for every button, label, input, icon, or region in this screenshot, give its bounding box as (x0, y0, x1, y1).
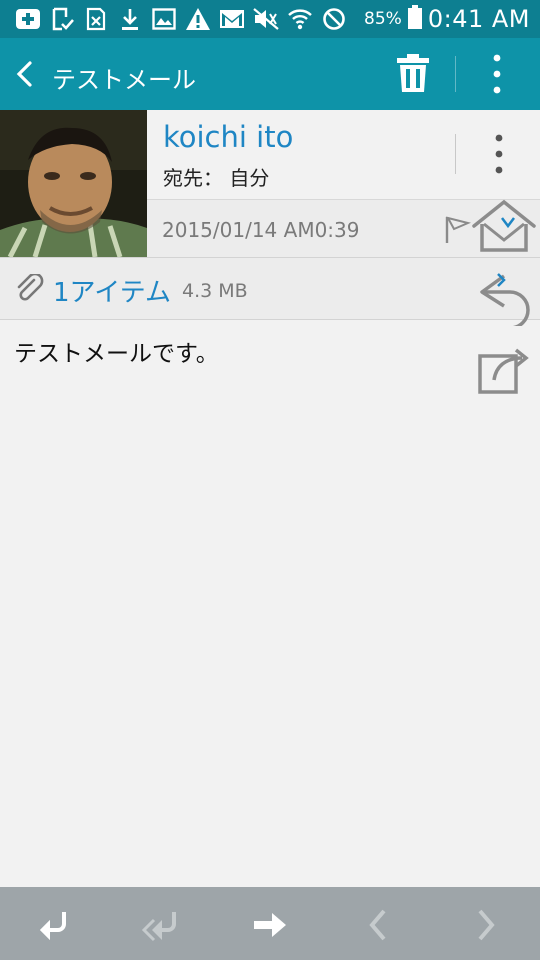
wifi-icon (286, 6, 314, 32)
home-envelope-icon[interactable] (470, 198, 536, 256)
sender-name[interactable]: koichi ito (163, 120, 293, 154)
mute-icon (252, 6, 280, 32)
flag-icon[interactable] (443, 214, 472, 244)
sender-more-vert-icon[interactable] (487, 132, 511, 176)
download-icon (116, 6, 144, 32)
attachment-size: 4.3 MB (182, 280, 248, 302)
message-body: テストメールです。 (14, 341, 219, 367)
page-title: テストメール (52, 66, 196, 94)
attachment-count[interactable]: 1アイテム (53, 272, 171, 309)
battery-percent: 85% (364, 9, 402, 29)
sender-header: koichi ito 宛先： 自分 (147, 110, 540, 198)
action-bar: テストメール (0, 38, 540, 110)
more-vert-icon[interactable] (485, 52, 509, 96)
warning-icon (184, 6, 212, 32)
divider (0, 319, 540, 320)
toolbar-divider (455, 56, 456, 92)
block-icon (320, 6, 348, 32)
reply-icon[interactable] (34, 905, 74, 945)
status-icons-left (14, 6, 348, 32)
attachment-row[interactable]: 1アイテム 4.3 MB (0, 258, 540, 319)
recipient-label: 宛先： 自分 (163, 166, 270, 190)
next-icon[interactable] (466, 905, 506, 945)
download-check-icon (48, 6, 76, 32)
reply-all-icon[interactable] (142, 905, 182, 945)
image-icon (150, 6, 178, 32)
message-date: 2015/01/14 AM0:39 (162, 218, 360, 242)
notification-plus-icon (14, 6, 42, 32)
compose-share-icon[interactable] (476, 342, 538, 400)
clock: 0:41 AM (427, 5, 530, 33)
trash-icon[interactable] (395, 54, 431, 94)
avatar[interactable] (0, 110, 147, 257)
paperclip-icon (14, 272, 44, 304)
previous-icon[interactable] (358, 905, 398, 945)
sender-divider (455, 134, 456, 174)
back-icon[interactable] (10, 58, 40, 90)
battery-icon (407, 5, 422, 33)
status-right: 85% 0:41 AM (364, 0, 530, 38)
reply-overlay-icon[interactable] (474, 270, 536, 330)
forward-icon[interactable] (250, 905, 290, 945)
excel-doc-icon (82, 6, 110, 32)
bottom-bar (0, 887, 540, 960)
gmail-icon (218, 6, 246, 32)
status-bar: 85% 0:41 AM (0, 0, 540, 38)
